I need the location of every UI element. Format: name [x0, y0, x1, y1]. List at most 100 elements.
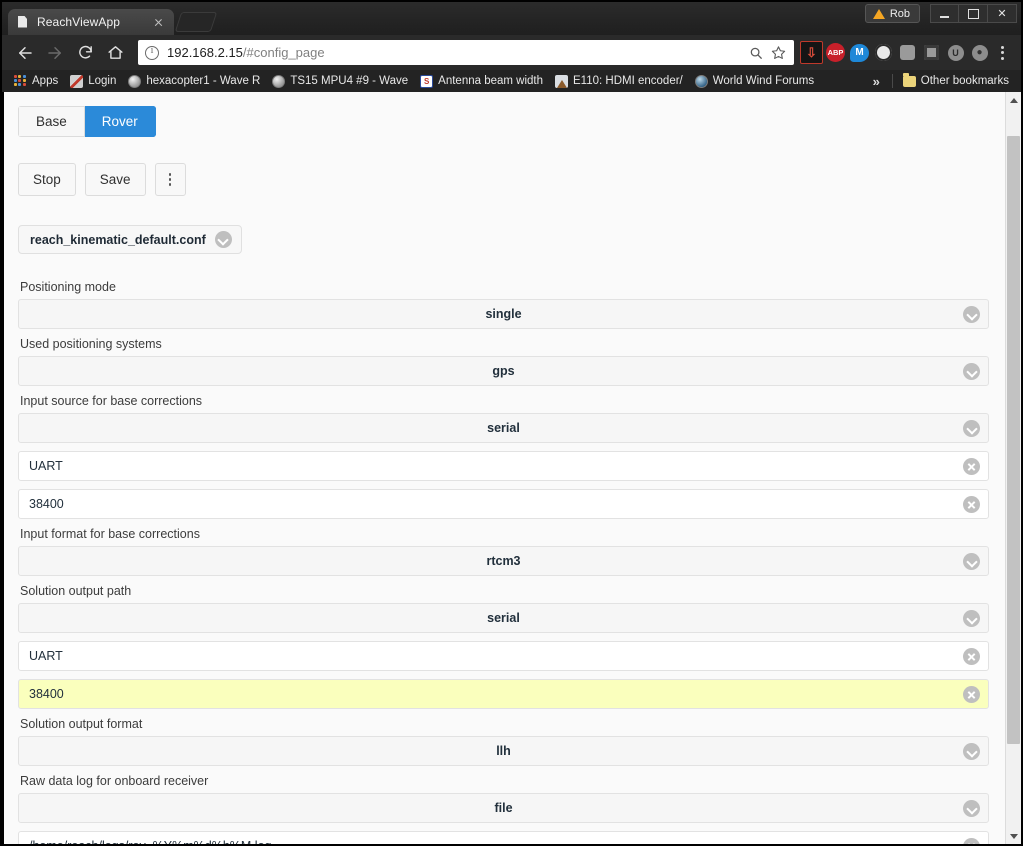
chevron-down-circle-icon[interactable] [963, 552, 980, 570]
page-scrollbar[interactable] [1005, 92, 1021, 844]
home-icon[interactable] [100, 39, 130, 67]
info-circle-icon[interactable] [145, 45, 159, 60]
field-solution-output-port[interactable]: UART [18, 641, 989, 671]
page-viewport: Base Rover Stop Save reach_kinematic_def… [2, 92, 1021, 844]
chevron-down-circle-icon[interactable] [963, 305, 980, 323]
apps-grid-icon [14, 74, 27, 88]
field-value-input-source-port[interactable]: UART [29, 459, 963, 473]
u-circle-extension[interactable]: U [944, 41, 967, 64]
settings-gear-extension[interactable] [872, 41, 895, 64]
close-icon[interactable] [151, 15, 166, 30]
tab-rover[interactable]: Rover [84, 106, 156, 137]
field-input-format-base-corrections[interactable]: rtcm3 [18, 546, 989, 576]
bookmark-antenna-beam-width[interactable]: S Antenna beam width [414, 72, 549, 91]
globe-icon [272, 74, 286, 88]
field-label-solution-output-format: Solution output format [20, 717, 143, 731]
field-raw-log-onboard-path[interactable]: /home/reach/logs/rov_%Y%m%d%h%M.log [18, 831, 989, 844]
field-input-source-baudrate[interactable]: 38400 [18, 489, 989, 519]
chevron-down-circle-icon[interactable] [963, 362, 980, 380]
tab-base[interactable]: Base [18, 106, 85, 137]
bookmark-apps[interactable]: Apps [8, 72, 64, 91]
stop-button[interactable]: Stop [18, 163, 76, 196]
field-value-solution-output-port[interactable]: UART [29, 649, 963, 663]
forward-arrow-icon[interactable] [40, 39, 70, 67]
mountain-icon [555, 74, 569, 88]
field-label-input-source-base-corrections: Input source for base corrections [20, 394, 203, 408]
chrome-menu-icon[interactable] [991, 40, 1013, 66]
globe-icon [128, 74, 142, 88]
tab-title: ReachViewApp [37, 15, 121, 29]
clear-circle-icon[interactable] [963, 837, 980, 844]
window-close-button[interactable]: ✕ [988, 4, 1017, 23]
config-file-label: reach_kinematic_default.conf [30, 232, 206, 247]
field-input-source-port[interactable]: UART [18, 451, 989, 481]
other-bookmarks-folder[interactable]: Other bookmarks [897, 72, 1015, 91]
bookmark-label: hexacopter1 - Wave R [146, 75, 261, 87]
field-value-raw-log-onboard-path[interactable]: /home/reach/logs/rov_%Y%m%d%h%M.log [29, 839, 963, 844]
scroll-down-arrow[interactable] [1006, 828, 1021, 844]
bookmark-ts15-mpu4[interactable]: TS15 MPU4 #9 - Wave [266, 72, 414, 91]
browser-tab[interactable]: ReachViewApp [8, 9, 174, 35]
field-solution-output-path[interactable]: serial [18, 603, 989, 633]
field-value-input-source-base-corrections: serial [487, 421, 520, 435]
clear-circle-icon[interactable] [963, 495, 980, 513]
window-minimize-button[interactable] [930, 4, 959, 23]
field-solution-output-format[interactable]: llh [18, 736, 989, 766]
field-raw-log-onboard-receiver[interactable]: file [18, 793, 989, 823]
messenger-extension[interactable]: M [848, 41, 871, 64]
bookmark-hexacopter1[interactable]: hexacopter1 - Wave R [122, 72, 266, 91]
chevron-down-circle-icon[interactable] [963, 419, 980, 437]
url-path: /#config_page [242, 45, 325, 60]
account-circle-extension[interactable]: ● [968, 41, 991, 64]
save-button[interactable]: Save [84, 163, 146, 196]
bookmark-login[interactable]: Login [64, 72, 122, 91]
chevron-down-circle-icon[interactable] [214, 231, 232, 248]
field-positioning-mode[interactable]: single [18, 299, 989, 329]
bookmark-world-wind-forums[interactable]: World Wind Forums [689, 72, 820, 91]
bookmark-e110-hdmi-encoder[interactable]: E110: HDMI encoder/ [549, 72, 689, 91]
window-maximize-button[interactable] [959, 4, 988, 23]
chevron-down-circle-icon[interactable] [963, 799, 980, 817]
config-file-selector[interactable]: reach_kinematic_default.conf [18, 225, 242, 254]
field-value-solution-output-format: llh [496, 744, 511, 758]
extensions-toolbar: ⇩ ABP M U ● [800, 41, 991, 64]
field-solution-output-baudrate[interactable]: 38400 [18, 679, 989, 709]
bookmark-label: E110: HDMI encoder/ [573, 75, 683, 87]
back-arrow-icon[interactable] [10, 39, 40, 67]
star-icon[interactable] [767, 42, 789, 64]
field-value-solution-output-baudrate[interactable]: 38400 [29, 687, 963, 701]
screenshot-extension[interactable] [920, 41, 943, 64]
field-label-input-format-base-corrections: Input format for base corrections [20, 527, 200, 541]
url-text: 192.168.2.15/#config_page [167, 45, 745, 60]
field-input-source-base-corrections[interactable]: serial [18, 413, 989, 443]
s-badge-icon: S [420, 74, 434, 88]
clear-circle-icon[interactable] [963, 647, 980, 665]
field-value-input-source-baudrate[interactable]: 38400 [29, 497, 963, 511]
chevron-down-circle-icon[interactable] [963, 742, 980, 760]
field-used-positioning-systems[interactable]: gps [18, 356, 989, 386]
config-form: Positioning mode single Used positioning s… [18, 280, 989, 844]
new-tab-button[interactable] [174, 12, 218, 32]
clear-circle-icon[interactable] [963, 685, 980, 703]
adblock-plus-extension[interactable]: ABP [824, 41, 847, 64]
pocket-extension[interactable] [896, 41, 919, 64]
address-bar[interactable]: 192.168.2.15/#config_page [138, 40, 794, 65]
bookmark-label: Login [88, 75, 117, 87]
more-options-button[interactable] [154, 163, 186, 196]
clear-circle-icon[interactable] [963, 457, 980, 475]
profile-button[interactable]: Rob [864, 4, 920, 23]
magnifier-icon[interactable] [745, 42, 767, 64]
browser-window: ReachViewApp Rob ✕ 192.1 [0, 0, 1023, 846]
bookmark-label: TS15 MPU4 #9 - Wave [290, 75, 409, 87]
chevron-down-circle-icon[interactable] [963, 609, 980, 627]
login-icon [70, 74, 84, 88]
warning-triangle-icon [872, 8, 885, 19]
adobe-acrobat-extension[interactable]: ⇩ [800, 41, 823, 64]
scroll-thumb[interactable] [1007, 136, 1020, 744]
scroll-up-arrow[interactable] [1006, 92, 1021, 108]
field-label-positioning-mode: Positioning mode [20, 280, 116, 294]
bookmarks-overflow-button[interactable]: » [865, 74, 888, 89]
reachview-config-page: Base Rover Stop Save reach_kinematic_def… [4, 92, 1005, 844]
vertical-dots-icon [168, 173, 172, 186]
reload-icon[interactable] [70, 39, 100, 67]
